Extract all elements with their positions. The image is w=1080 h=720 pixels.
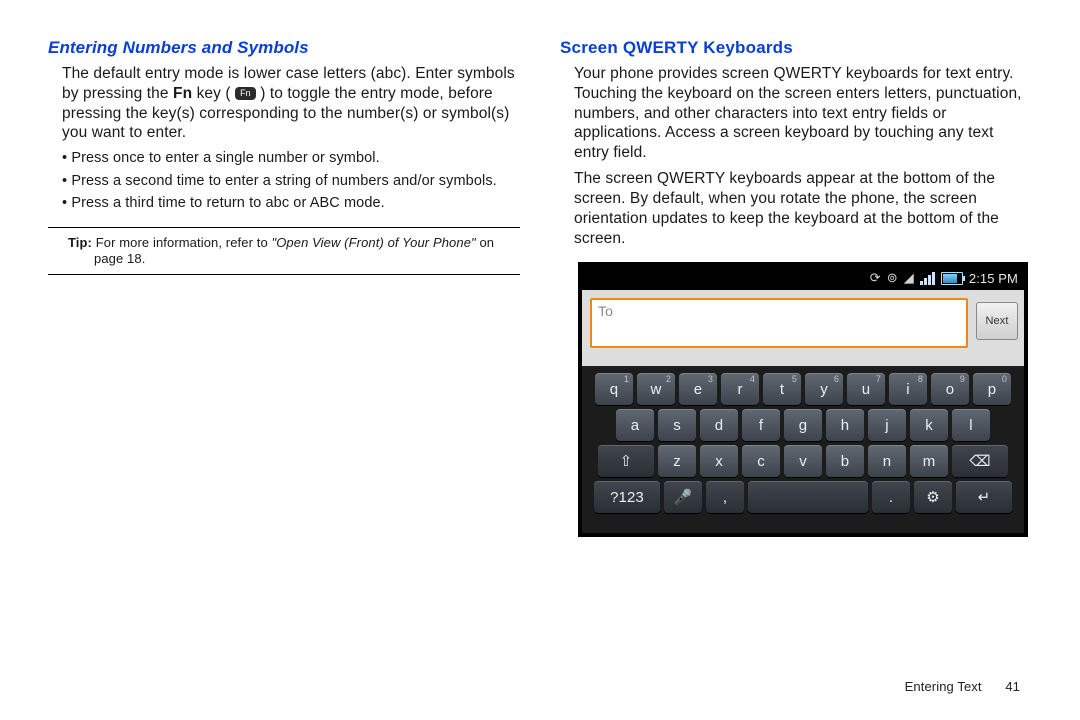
mic-key[interactable]: 🎤 xyxy=(664,481,702,513)
key-f[interactable]: f xyxy=(742,409,780,441)
backspace-key[interactable]: ⌫ xyxy=(952,445,1008,477)
key-i[interactable]: i8 xyxy=(889,373,927,405)
input-area: To Next xyxy=(582,290,1024,366)
settings-key[interactable]: ⚙ xyxy=(914,481,952,513)
key-q[interactable]: q1 xyxy=(595,373,633,405)
intro-paragraph: The default entry mode is lower case let… xyxy=(48,64,520,143)
intro-text-b: key ( xyxy=(192,85,235,102)
key-x[interactable]: x xyxy=(700,445,738,477)
key-l[interactable]: l xyxy=(952,409,990,441)
bullet-1: Press once to enter a single number or s… xyxy=(48,149,520,168)
symbols-key[interactable]: ?123 xyxy=(594,481,660,513)
clock: 2:15 PM xyxy=(969,271,1018,286)
key-e[interactable]: e3 xyxy=(679,373,717,405)
next-button[interactable]: Next xyxy=(976,302,1018,340)
bullet-3: Press a third time to return to abc or A… xyxy=(48,194,520,213)
key-g[interactable]: g xyxy=(784,409,822,441)
footer-section: Entering Text xyxy=(905,679,982,694)
key-s[interactable]: s xyxy=(658,409,696,441)
fn-word: Fn xyxy=(173,85,192,102)
wifi-icon: ⊚ xyxy=(887,270,898,286)
wifi-fan-icon: ◢ xyxy=(904,270,914,286)
key-d[interactable]: d xyxy=(700,409,738,441)
enter-key[interactable]: ↵ xyxy=(956,481,1012,513)
key-y[interactable]: y6 xyxy=(805,373,843,405)
tip-label: Tip: xyxy=(68,235,92,250)
key-o[interactable]: o9 xyxy=(931,373,969,405)
sync-icon: ⟳ xyxy=(870,270,881,286)
key-m[interactable]: m xyxy=(910,445,948,477)
key-w[interactable]: w2 xyxy=(637,373,675,405)
key-t[interactable]: t5 xyxy=(763,373,801,405)
to-field[interactable]: To xyxy=(590,298,968,348)
key-j[interactable]: j xyxy=(868,409,906,441)
key-b[interactable]: b xyxy=(826,445,864,477)
tip-text-a: For more information, refer to xyxy=(92,235,271,250)
period-key[interactable]: . xyxy=(872,481,910,513)
key-n[interactable]: n xyxy=(868,445,906,477)
bullet-2: Press a second time to enter a string of… xyxy=(48,172,520,191)
status-bar: ⟳ ⊚ ◢ 2:15 PM xyxy=(582,266,1024,290)
key-v[interactable]: v xyxy=(784,445,822,477)
key-r[interactable]: r4 xyxy=(721,373,759,405)
qwerty-paragraph-1: Your phone provides screen QWERTY keyboa… xyxy=(560,64,1032,163)
key-u[interactable]: u7 xyxy=(847,373,885,405)
key-k[interactable]: k xyxy=(910,409,948,441)
onscreen-keyboard: q1w2e3r4t5y6u7i8o9p0 asdfghjkl ⇧zxcvbnm⌫… xyxy=(582,368,1024,533)
tip-box: Tip: For more information, refer to "Ope… xyxy=(48,227,520,276)
qwerty-paragraph-2: The screen QWERTY keyboards appear at th… xyxy=(560,169,1032,248)
phone-screenshot: ⟳ ⊚ ◢ 2:15 PM To Next q1w2e3r4t5y6u7i8o9… xyxy=(578,262,1028,537)
key-z[interactable]: z xyxy=(658,445,696,477)
page-footer: Entering Text 41 xyxy=(905,679,1020,694)
shift-key[interactable]: ⇧ xyxy=(598,445,654,477)
heading-screen-qwerty: Screen QWERTY Keyboards xyxy=(560,38,1032,58)
key-a[interactable]: a xyxy=(616,409,654,441)
key-h[interactable]: h xyxy=(826,409,864,441)
left-column: Entering Numbers and Symbols The default… xyxy=(48,38,520,537)
comma-key[interactable]: , xyxy=(706,481,744,513)
tip-reference: "Open View (Front) of Your Phone" xyxy=(271,235,475,250)
key-p[interactable]: p0 xyxy=(973,373,1011,405)
right-column: Screen QWERTY Keyboards Your phone provi… xyxy=(560,38,1032,537)
signal-icon xyxy=(920,272,935,285)
battery-icon xyxy=(941,272,963,285)
heading-entering-numbers: Entering Numbers and Symbols xyxy=(48,38,520,58)
fn-key-icon: Fn xyxy=(235,87,256,100)
space-key[interactable] xyxy=(748,481,868,513)
key-c[interactable]: c xyxy=(742,445,780,477)
footer-page-number: 41 xyxy=(1005,679,1020,694)
